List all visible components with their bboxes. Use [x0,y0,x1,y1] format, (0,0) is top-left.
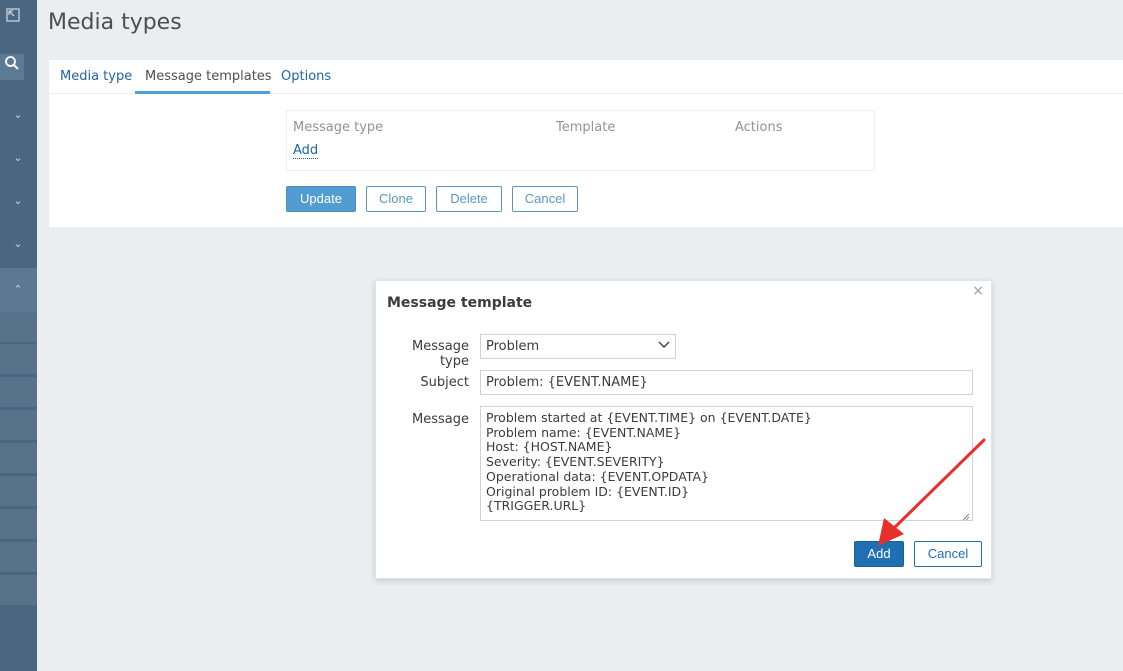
sidebar-subitem[interactable] [0,410,37,442]
page-title: Media types [48,10,182,35]
tab-message-templates[interactable]: Message templates [145,69,272,84]
close-icon[interactable]: × [972,283,984,299]
column-header-template: Template [556,120,616,135]
message-line: Operational data: {EVENT.OPDATA} [486,468,709,484]
tab-options[interactable]: Options [281,69,331,84]
chevron-up-icon[interactable]: ⌃ [8,280,28,300]
message-textarea[interactable]: Problem started at {EVENT.TIME} on {EVEN… [480,406,973,521]
chevron-down-icon[interactable]: ⌄ [8,148,28,168]
sidebar-subitem[interactable] [0,377,37,409]
chevron-down-icon[interactable]: ⌄ [8,234,28,254]
column-header-message-type: Message type [293,120,384,135]
cancel-button[interactable]: Cancel [512,186,578,212]
media-type-form: Media type Message templates Options Mes… [49,60,1123,227]
subject-input[interactable]: Problem: {EVENT.NAME} [480,370,973,395]
resize-handle-icon[interactable] [962,510,970,521]
column-header-actions: Actions [735,120,783,135]
dialog-title: Message template [387,295,533,311]
message-line: Host: {HOST.NAME} [486,439,613,455]
subject-label: Subject [420,375,469,390]
message-line: Original problem ID: {EVENT.ID} [486,483,690,499]
clone-button[interactable]: Clone [366,186,426,212]
message-type-label: Message type [412,339,469,369]
message-type-select[interactable]: Problem [480,334,676,359]
sidebar-subitem[interactable] [0,575,37,607]
tab-media-type[interactable]: Media type [60,69,132,84]
message-type-value: Problem [486,339,540,354]
message-line: {TRIGGER.URL} [486,498,587,514]
sidebar-subitem[interactable] [0,476,37,508]
add-template-link[interactable]: Add [293,143,319,159]
sidebar-subitem[interactable] [0,443,37,475]
message-label: Message [412,412,469,427]
dialog-cancel-button[interactable]: Cancel [914,541,982,567]
message-template-dialog: × Message template Message type Problem … [375,280,992,579]
chevron-down-icon[interactable]: ⌄ [8,191,28,211]
sidebar-subitem[interactable] [0,312,37,344]
chevron-down-icon [657,337,671,351]
message-templates-table: Message type Template Actions Add [286,110,875,171]
message-line: Problem name: {EVENT.NAME} [486,424,682,440]
sidebar-subitem[interactable] [0,509,37,541]
add-button[interactable]: Add [854,541,904,567]
tab-bar: Media type Message templates Options [49,60,1123,94]
update-button[interactable]: Update [286,186,356,212]
message-line: Problem started at {EVENT.TIME} on {EVEN… [486,410,812,425]
sidebar-active-section[interactable]: ⌃ [0,268,37,312]
sidebar-subitem[interactable] [0,344,37,376]
sidebar: ⌄ ⌄ ⌄ ⌄ ⌃ [0,0,37,671]
expand-icon[interactable] [2,8,24,30]
active-tab-indicator [135,91,270,94]
delete-button[interactable]: Delete [436,186,502,212]
chevron-down-icon[interactable]: ⌄ [8,105,28,125]
search-icon[interactable] [0,54,24,80]
message-line: Severity: {EVENT.SEVERITY} [486,454,665,470]
sidebar-subitem[interactable] [0,542,37,574]
